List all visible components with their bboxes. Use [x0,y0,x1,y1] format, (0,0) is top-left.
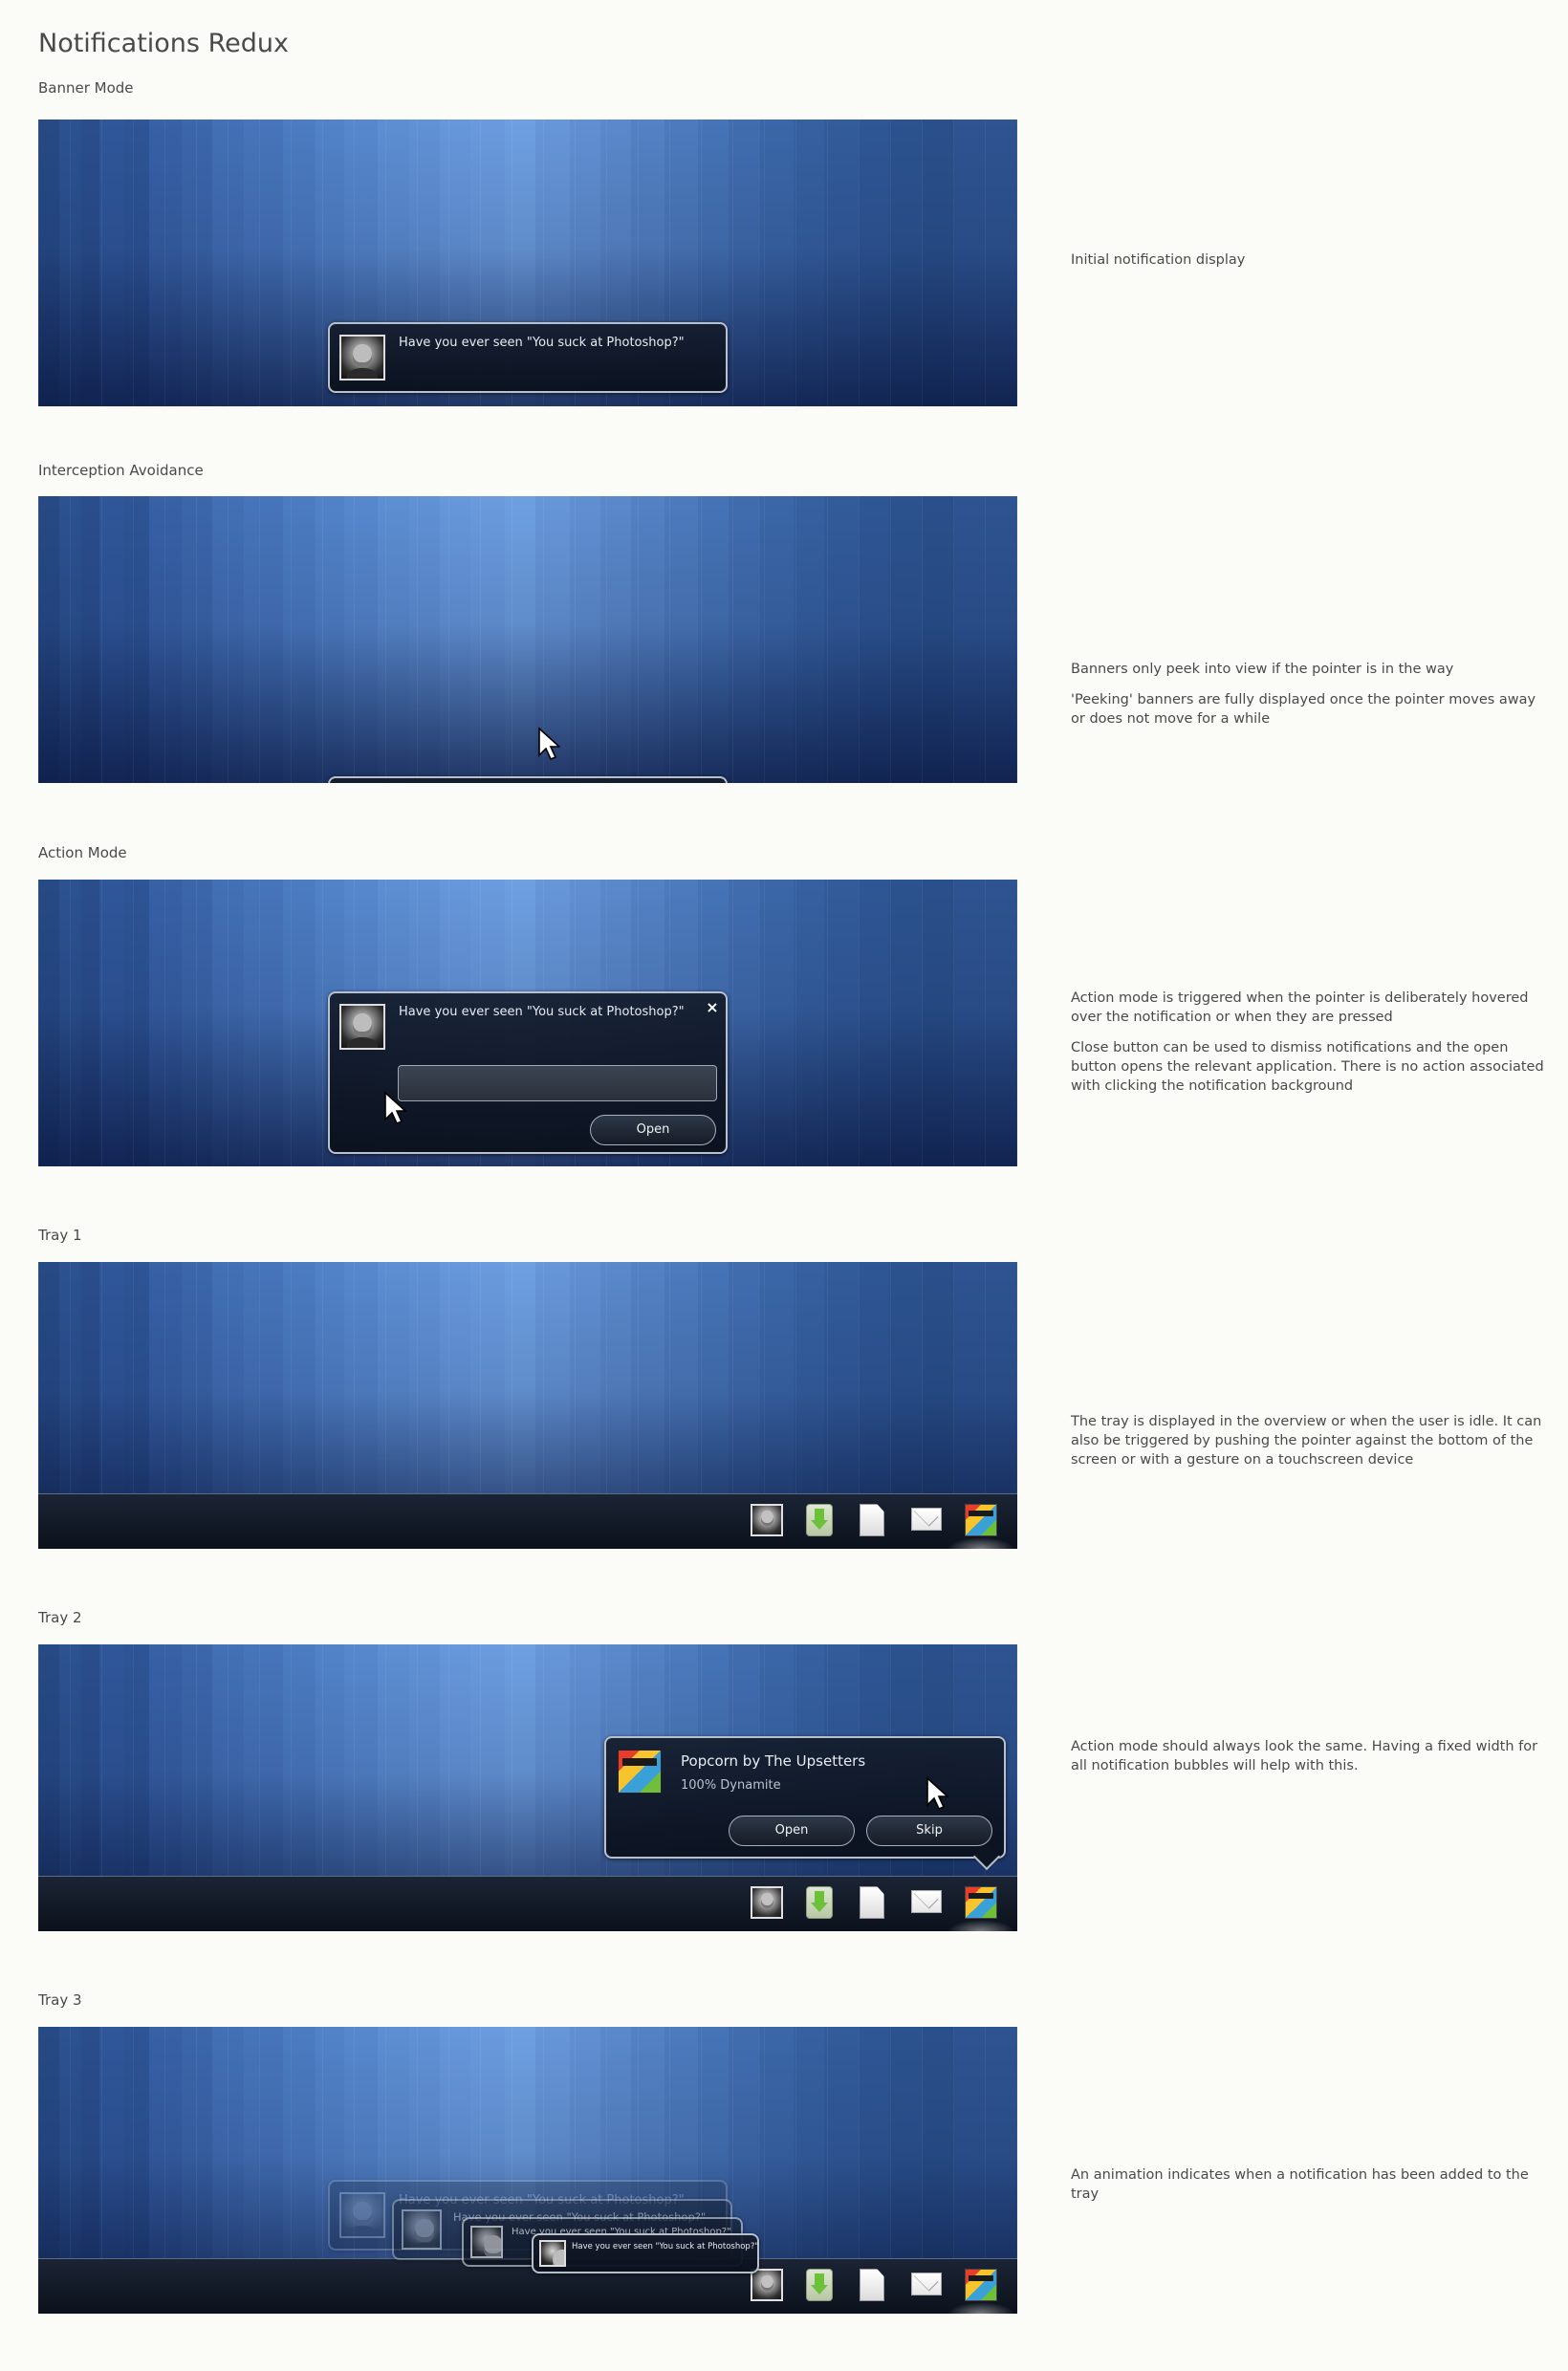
mouse-pointer-icon [384,1091,406,1125]
message-tray [38,1876,1017,1931]
section-label-action-mode: Action Mode [38,844,127,861]
avatar [339,2192,385,2238]
mouse-pointer-icon [538,727,560,761]
document-icon[interactable] [860,1504,884,1536]
peeking-banner-notification[interactable] [328,776,728,783]
tray-2-description: Action mode should always look the same.… [1071,1737,1549,1775]
interception-avoidance-description: Banners only peek into view if the point… [1071,660,1549,729]
tray-3-description: An animation indicates when a notificati… [1071,2165,1549,2204]
notification-text: Have you ever seen "You suck at Photosho… [399,336,685,350]
avatar [339,335,385,381]
section-label-banner-mode: Banner Mode [38,79,134,97]
action-mode-description: Action mode is triggered when the pointe… [1071,989,1549,1096]
skip-button[interactable]: Skip [866,1816,992,1846]
description-text: An animation indicates when a notificati… [1071,2167,1529,2202]
person-avatar-icon[interactable] [751,2269,783,2301]
description-text: 'Peeking' banners are fully displayed on… [1071,692,1536,727]
mouse-pointer-icon [926,1776,948,1811]
mail-icon[interactable] [911,2273,942,2295]
page-title: Notifications Redux [38,29,289,58]
tray-glow [947,2302,1014,2314]
tray-1-screen [38,1262,1017,1549]
description-text: The tray is displayed in the overview or… [1071,1414,1542,1468]
tray-3-screen: Have you ever seen "You suck at Photosho… [38,2027,1017,2314]
message-tray [38,1493,1017,1549]
banner-mode-screen: Have you ever seen "You suck at Photosho… [38,120,1017,406]
document-icon[interactable] [860,1886,884,1919]
tray-glow [947,1920,1014,1931]
action-mode-notification[interactable]: Have you ever seen "You suck at Photosho… [328,991,728,1154]
album-art-icon[interactable] [965,2269,997,2301]
tray-glow [947,1537,1014,1549]
document-icon[interactable] [860,2269,884,2301]
album-art-icon[interactable] [965,1504,997,1536]
album-art-icon [618,1750,662,1794]
mail-icon[interactable] [911,1890,942,1913]
avatar [470,2226,503,2258]
tray-1-description: The tray is displayed in the overview or… [1071,1412,1549,1469]
description-text: Action mode should always look the same.… [1071,1739,1538,1773]
section-label-tray-3: Tray 3 [38,1991,82,2009]
open-button[interactable]: Open [590,1115,716,1145]
description-text: Initial notification display [1071,252,1246,268]
song-title: Popcorn by The Upsetters [681,1752,866,1770]
person-avatar-icon[interactable] [751,1504,783,1536]
notification-text: Have you ever seen "You suck at Photosho… [572,2242,759,2251]
notification-text: Have you ever seen "You suck at Photosho… [399,1005,685,1019]
section-label-tray-2: Tray 2 [38,1609,82,1626]
description-text: Banners only peek into view if the point… [1071,662,1454,677]
avatar [402,2209,442,2250]
download-icon[interactable] [806,2269,833,2301]
download-icon[interactable] [806,1504,833,1536]
close-icon[interactable]: × [705,1000,720,1015]
avatar [339,1004,385,1050]
banner-mode-description: Initial notification display [1071,250,1549,270]
section-label-interception-avoidance: Interception Avoidance [38,462,204,479]
description-text: Close button can be used to dismiss noti… [1071,1040,1544,1094]
animation-frame-notification: Have you ever seen "You suck at Photosho… [532,2233,759,2273]
banner-notification[interactable]: Have you ever seen "You suck at Photosho… [328,322,728,393]
person-avatar-icon[interactable] [751,1886,783,1919]
description-text: Action mode is triggered when the pointe… [1071,990,1529,1025]
open-button[interactable]: Open [729,1816,855,1846]
tray-2-screen: Popcorn by The Upsetters 100% Dynamite O… [38,1644,1017,1931]
mail-icon[interactable] [911,1508,942,1531]
interception-avoidance-screen [38,496,1017,783]
action-mode-screen: Have you ever seen "You suck at Photosho… [38,880,1017,1166]
reply-text-field[interactable] [398,1065,717,1101]
album-name: 100% Dynamite [681,1778,781,1793]
avatar [539,2240,566,2267]
album-art-icon[interactable] [965,1886,997,1919]
download-icon[interactable] [806,1886,833,1919]
section-label-tray-1: Tray 1 [38,1227,82,1244]
